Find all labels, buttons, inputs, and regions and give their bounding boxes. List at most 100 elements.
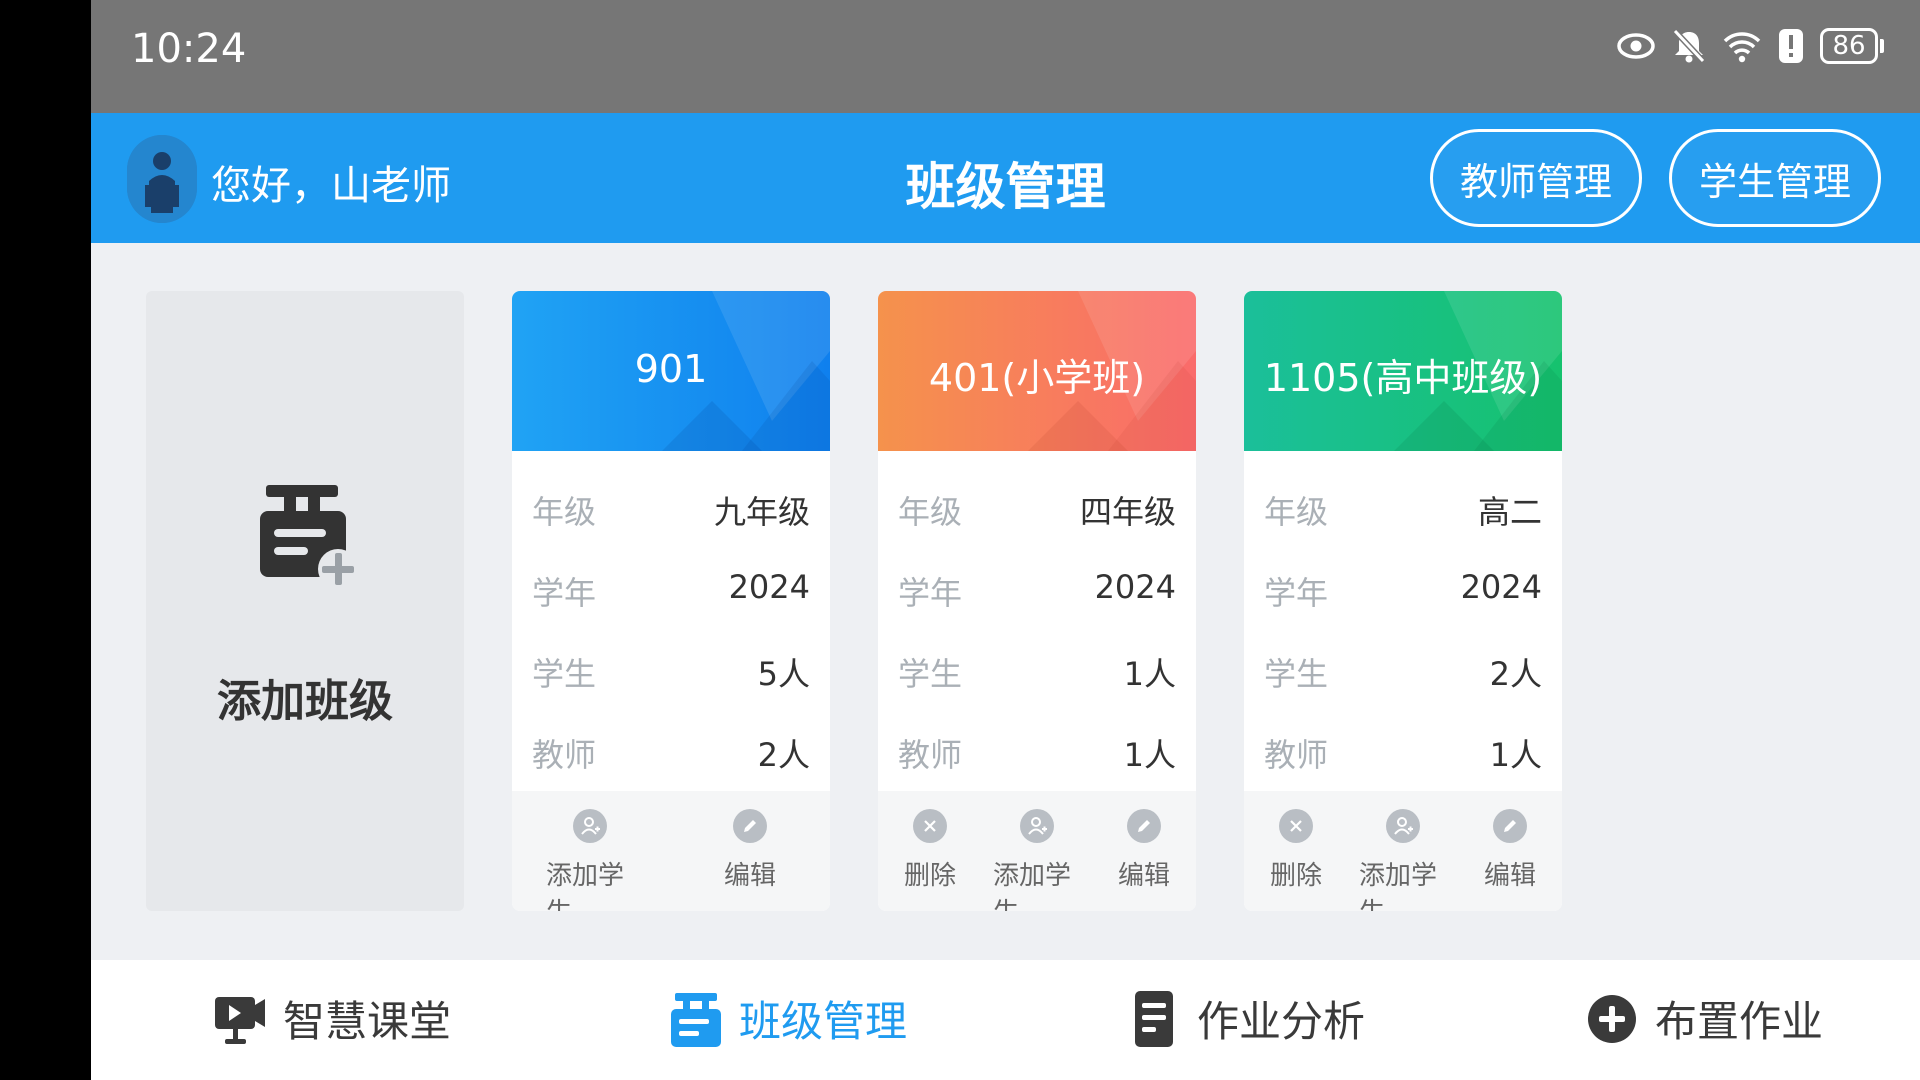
- assign-homework-icon: [1585, 989, 1639, 1049]
- row-value: 九年级: [713, 493, 810, 531]
- row-label: 年级: [898, 493, 963, 531]
- row-year: 学年 2024: [898, 568, 1176, 612]
- add-student-button[interactable]: 添加学生: [546, 809, 634, 911]
- row-grade: 年级 九年级: [532, 487, 810, 531]
- delete-icon: [913, 809, 947, 843]
- edit-button[interactable]: 编辑: [1114, 809, 1174, 892]
- action-label: 编辑: [723, 861, 776, 891]
- nav-label: 智慧课堂: [283, 997, 452, 1046]
- action-label: 添加学生: [993, 861, 1072, 911]
- status-icons: 86: [1616, 28, 1884, 64]
- bottom-nav: 智慧课堂 班级管理 作业分析 布置作业: [91, 960, 1920, 1080]
- edit-icon: [1493, 809, 1527, 843]
- action-label: 添加学生: [546, 861, 625, 911]
- row-label: 教师: [1264, 736, 1329, 774]
- row-value: 1人: [1489, 736, 1542, 774]
- add-class-label: 添加班级: [217, 676, 393, 727]
- add-class-icon: [260, 485, 358, 589]
- edit-button[interactable]: 编辑: [720, 809, 780, 892]
- edit-icon: [733, 809, 767, 843]
- row-year: 学年 2024: [1264, 568, 1542, 612]
- row-label: 学年: [898, 574, 963, 612]
- action-label: 编辑: [1117, 861, 1170, 891]
- row-value: 5人: [757, 655, 810, 693]
- add-person-icon: [1386, 809, 1420, 843]
- status-bar: 10:24 86: [91, 0, 1920, 113]
- add-student-button[interactable]: 添加学生: [993, 809, 1081, 911]
- nav-class-management[interactable]: 班级管理: [669, 988, 907, 1049]
- class-card-401[interactable]: 401(小学班) 年级 四年级 学年 2024 学生 1人 教师 1人 删除 添…: [878, 291, 1196, 911]
- bell-off-icon: [1672, 28, 1706, 64]
- row-value: 1人: [1123, 655, 1176, 693]
- delete-icon: [1279, 809, 1313, 843]
- delete-button[interactable]: 删除: [900, 809, 960, 892]
- battery-icon: 86: [1820, 28, 1884, 64]
- row-label: 年级: [1264, 493, 1329, 531]
- row-value: 四年级: [1079, 493, 1176, 531]
- nav-label: 作业分析: [1197, 997, 1366, 1046]
- action-label: 编辑: [1483, 861, 1536, 891]
- row-label: 教师: [898, 736, 963, 774]
- class-name: 901: [634, 347, 708, 391]
- row-value: 2024: [1460, 568, 1542, 606]
- row-label: 学生: [1264, 655, 1329, 693]
- row-value: 2024: [1094, 568, 1176, 606]
- add-student-button[interactable]: 添加学生: [1359, 809, 1447, 911]
- teacher-management-button[interactable]: 教师管理: [1430, 129, 1642, 227]
- alert-icon: [1779, 29, 1803, 63]
- page-title: 班级管理: [905, 158, 1106, 216]
- nav-homework-analysis[interactable]: 作业分析: [1127, 988, 1365, 1049]
- edit-icon: [1127, 809, 1161, 843]
- class-card-header: 1105(高中班级): [1244, 291, 1562, 451]
- row-students: 学生 5人: [532, 649, 810, 693]
- row-teachers: 教师 1人: [1264, 730, 1542, 774]
- row-label: 学年: [1264, 574, 1329, 612]
- class-management-icon: [669, 989, 723, 1049]
- card-actions: 删除 添加学生 编辑: [1244, 791, 1562, 911]
- delete-button[interactable]: 删除: [1266, 809, 1326, 892]
- app-screen: 10:24 86 您好，山老师 班级管理 教师管理 学生管理 添加班级 901 …: [91, 0, 1920, 1080]
- row-grade: 年级 四年级: [898, 487, 1176, 531]
- card-actions: 添加学生 编辑: [512, 791, 830, 911]
- row-label: 年级: [532, 493, 597, 531]
- class-card-1105[interactable]: 1105(高中班级) 年级 高二 学年 2024 学生 2人 教师 1人 删除: [1244, 291, 1562, 911]
- card-actions: 删除 添加学生 编辑: [878, 791, 1196, 911]
- row-students: 学生 2人: [1264, 649, 1542, 693]
- add-class-card[interactable]: 添加班级: [146, 291, 464, 911]
- wifi-icon: [1723, 32, 1761, 63]
- row-label: 学生: [532, 655, 597, 693]
- action-label: 删除: [1269, 861, 1322, 891]
- row-year: 学年 2024: [532, 568, 810, 612]
- nav-assign-homework[interactable]: 布置作业: [1585, 988, 1823, 1049]
- row-label: 学生: [898, 655, 963, 693]
- nav-label: 布置作业: [1655, 997, 1824, 1046]
- row-students: 学生 1人: [898, 649, 1176, 693]
- action-label: 添加学生: [1359, 861, 1438, 911]
- app-header: 您好，山老师 班级管理 教师管理 学生管理: [91, 113, 1920, 243]
- row-value: 2人: [757, 736, 810, 774]
- class-card-901[interactable]: 901 年级 九年级 学年 2024 学生 5人 教师 2人 添加学生: [512, 291, 830, 911]
- nav-smart-classroom[interactable]: 智慧课堂: [213, 988, 451, 1049]
- student-management-button[interactable]: 学生管理: [1669, 129, 1881, 227]
- row-value: 2024: [728, 568, 810, 606]
- homework-analysis-icon: [1127, 989, 1181, 1049]
- smart-classroom-icon: [213, 989, 267, 1049]
- row-teachers: 教师 1人: [898, 730, 1176, 774]
- row-grade: 年级 高二: [1264, 487, 1542, 531]
- add-person-icon: [573, 809, 607, 843]
- action-label: 删除: [903, 861, 956, 891]
- battery-level: 86: [1820, 28, 1878, 64]
- device-bezel: [0, 0, 91, 1080]
- add-person-icon: [1020, 809, 1054, 843]
- row-value: 1人: [1123, 736, 1176, 774]
- class-name: 1105(高中班级): [1263, 356, 1543, 400]
- row-value: 高二: [1477, 493, 1542, 531]
- edit-button[interactable]: 编辑: [1480, 809, 1540, 892]
- row-label: 教师: [532, 736, 597, 774]
- nav-label: 班级管理: [739, 997, 908, 1046]
- row-value: 2人: [1489, 655, 1542, 693]
- class-name: 401(小学班): [928, 356, 1146, 400]
- row-teachers: 教师 2人: [532, 730, 810, 774]
- row-label: 学年: [532, 574, 597, 612]
- class-card-header: 901: [512, 291, 830, 451]
